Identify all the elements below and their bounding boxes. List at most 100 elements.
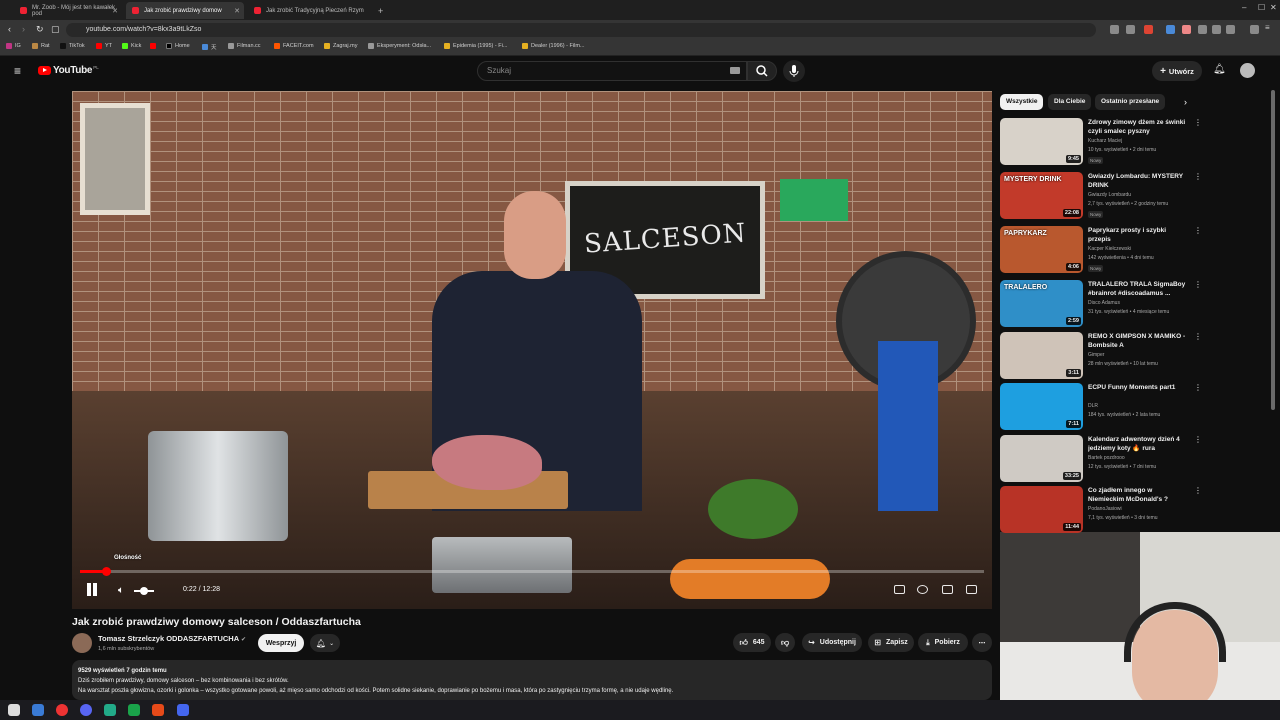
bookmark-item[interactable]: Zagraj.my (324, 43, 357, 49)
recommendation-item[interactable]: TRALALERO 2:59 TRALALERO TRALA SigmaBoy #b… (1000, 280, 1202, 330)
more-options-icon[interactable]: ⋮ (1194, 383, 1202, 392)
volume-slider[interactable] (134, 587, 154, 595)
volume-icon[interactable]: 🔈︎ (118, 585, 124, 596)
video-thumbnail[interactable]: 11:44 (1000, 486, 1083, 533)
more-options-icon[interactable]: ⋮ (1194, 226, 1202, 235)
chevron-right-icon[interactable]: › (1184, 97, 1187, 107)
more-actions-button[interactable]: ⋯ (972, 633, 992, 652)
recommendation-channel[interactable]: PodanoJasiowi (1088, 506, 1122, 512)
create-button[interactable]: + Utwórz (1152, 61, 1202, 81)
start-icon[interactable] (8, 704, 20, 716)
search-input[interactable]: Szukaj (477, 61, 747, 81)
extension-icon[interactable] (1198, 25, 1207, 34)
extension-icon[interactable] (1250, 25, 1259, 34)
save-button[interactable]: ⊞ Zapisz (868, 633, 914, 652)
bookmark-item[interactable]: Home (166, 43, 190, 49)
share-button[interactable]: ↪ Udostępnij (802, 633, 862, 652)
bookmark-item[interactable]: TikTok (60, 43, 85, 49)
bookmark-item[interactable]: YT (96, 43, 112, 49)
chip-all[interactable]: Wszystkie (1000, 94, 1044, 110)
recommendation-item[interactable]: 7:11 ECPU Funny Moments part1 DLR 184 tys. … (1000, 383, 1202, 433)
bookmark-item[interactable]: Rat (32, 43, 50, 49)
video-player[interactable]: SALCESON Głośność 🔈︎ 0:22 / 12:28 (72, 91, 992, 609)
video-thumbnail[interactable]: 7:11 (1000, 383, 1083, 430)
recommendation-channel[interactable]: Bartek pozdrooo (1088, 455, 1125, 461)
download-button[interactable]: ⤓ Pobierz (918, 633, 968, 652)
subscription-bell-button[interactable]: 🔔︎ ⌄ (310, 634, 340, 652)
download-icon[interactable] (1212, 25, 1221, 34)
browser-tab[interactable]: Mr. Zoob - Mój jest ten kawałek pod ✕ (14, 2, 122, 19)
app-icon[interactable] (104, 704, 116, 716)
dislike-button[interactable]: 👎︎ (775, 633, 795, 652)
recommendation-channel[interactable]: Disco Adamus (1088, 300, 1120, 306)
back-icon[interactable]: ‹ (8, 24, 11, 34)
extension-icon[interactable] (1126, 25, 1135, 34)
settings-gear-icon[interactable] (917, 585, 928, 594)
search-button[interactable] (747, 61, 777, 81)
app-icon[interactable] (32, 704, 44, 716)
video-thumbnail[interactable]: 3:11 (1000, 332, 1083, 379)
recommendation-channel[interactable]: Gwiazdy Lombardu (1088, 192, 1131, 198)
browser-icon[interactable] (152, 704, 164, 716)
recommendation-title[interactable]: Co zjadłem innego w Niemieckim McDonald'… (1088, 486, 1188, 504)
miniplayer-icon[interactable] (942, 585, 953, 594)
notifications-bell-icon[interactable]: 🔔︎ (1213, 64, 1226, 75)
video-thumbnail[interactable]: MYSTERY DRINK 22:08 (1000, 172, 1083, 219)
reload-icon[interactable]: ↻ (36, 24, 44, 35)
forward-icon[interactable]: › (22, 24, 25, 34)
channel-avatar[interactable] (72, 633, 92, 653)
more-options-icon[interactable]: ⋮ (1194, 435, 1202, 444)
recommendation-title[interactable]: REMO X GIMPSON X MAMIKO - Bombsite A (1088, 332, 1188, 350)
recommendation-channel[interactable]: Kucharz Maciej (1088, 138, 1122, 144)
hamburger-menu-icon[interactable]: ≡ (14, 64, 21, 78)
video-thumbnail[interactable]: PAPRYKARZ 4:06 (1000, 226, 1083, 273)
recommendation-title[interactable]: Kalendarz adwentowy dzień 4 jedziemy kot… (1088, 435, 1188, 453)
close-tab-icon[interactable]: ✕ (112, 7, 118, 15)
chip-for-you[interactable]: Dla Ciebie (1048, 94, 1092, 110)
account-avatar[interactable] (1240, 63, 1255, 78)
video-thumbnail[interactable]: 9:45 (1000, 118, 1083, 165)
app-icon[interactable] (80, 704, 92, 716)
more-options-icon[interactable]: ⋮ (1194, 332, 1202, 341)
extension-icon[interactable] (1166, 25, 1175, 34)
recommendation-title[interactable]: TRALALERO TRALA SigmaBoy #brainrot #disc… (1088, 280, 1188, 298)
close-window-icon[interactable]: ✕ (1270, 3, 1277, 12)
channel-name[interactable]: Tomasz Strzelczyk ODDASZFARTUCHA ✔ (98, 634, 246, 643)
video-description[interactable]: 9529 wyświetleń 7 godzin temu Dziś zrobi… (72, 660, 992, 700)
support-button[interactable]: Wesprzyj (258, 634, 304, 652)
chip-recently-uploaded[interactable]: Ostatnio przesłane (1095, 94, 1166, 110)
recommendation-item[interactable]: 33:25 Kalendarz adwentowy dzień 4 jedziem… (1000, 435, 1202, 485)
pause-icon[interactable] (86, 583, 98, 597)
fullscreen-icon[interactable] (966, 585, 977, 594)
extension-icon[interactable] (1182, 25, 1191, 34)
bookmark-item[interactable] (150, 43, 159, 49)
recommendation-channel[interactable]: Kacper Kiełczewski (1088, 246, 1131, 252)
menu-icon[interactable]: ≡ (1265, 23, 1274, 32)
bookmark-item[interactable]: IG (6, 43, 21, 49)
recommendation-item[interactable]: 3:11 REMO X GIMPSON X MAMIKO - Bombsite A… (1000, 332, 1202, 382)
app-icon[interactable] (128, 704, 140, 716)
bookmark-item[interactable]: Epidemia (1995) - Fi... (444, 43, 507, 49)
recommendation-channel[interactable]: DLR (1088, 403, 1098, 409)
voice-search-button[interactable] (783, 60, 805, 82)
recommendation-item[interactable]: 9:45 Zdrowy zimowy dżem ze świnki czyli s… (1000, 118, 1202, 168)
close-tab-icon[interactable]: ✕ (234, 7, 240, 15)
browser-tab-active[interactable]: Jak zrobić prawdziwy domow ✕ (126, 2, 244, 19)
browser-tab[interactable]: Jak zrobić Tradycyjną Pieczeń Rzym (248, 2, 368, 19)
extension-icon[interactable] (1144, 25, 1153, 34)
keyboard-icon[interactable] (730, 67, 740, 74)
bookmark-item[interactable]: Eksperyment: Odsła... (368, 43, 431, 49)
chrome-icon[interactable] (56, 704, 68, 716)
recommendation-item[interactable]: PAPRYKARZ 4:06 Paprykarz prosty i szybki p… (1000, 226, 1202, 276)
more-options-icon[interactable]: ⋮ (1194, 280, 1202, 289)
bookmark-item[interactable]: FACEIT.com (274, 43, 314, 49)
progress-bar[interactable] (80, 567, 984, 576)
subtitles-icon[interactable] (894, 585, 905, 594)
like-button[interactable]: 👍︎ 645 (733, 633, 771, 652)
volume-knob[interactable] (140, 587, 148, 595)
more-options-icon[interactable]: ⋮ (1194, 486, 1202, 495)
address-bar[interactable]: youtube.com/watch?v=8kx3a9tLkZso (66, 23, 1096, 37)
recommendation-item[interactable]: MYSTERY DRINK 22:08 Gwiazdy Lombardu: MYST… (1000, 172, 1202, 222)
youtube-logo[interactable]: YouTube PL (38, 65, 99, 76)
scrollbar[interactable] (1271, 90, 1275, 410)
